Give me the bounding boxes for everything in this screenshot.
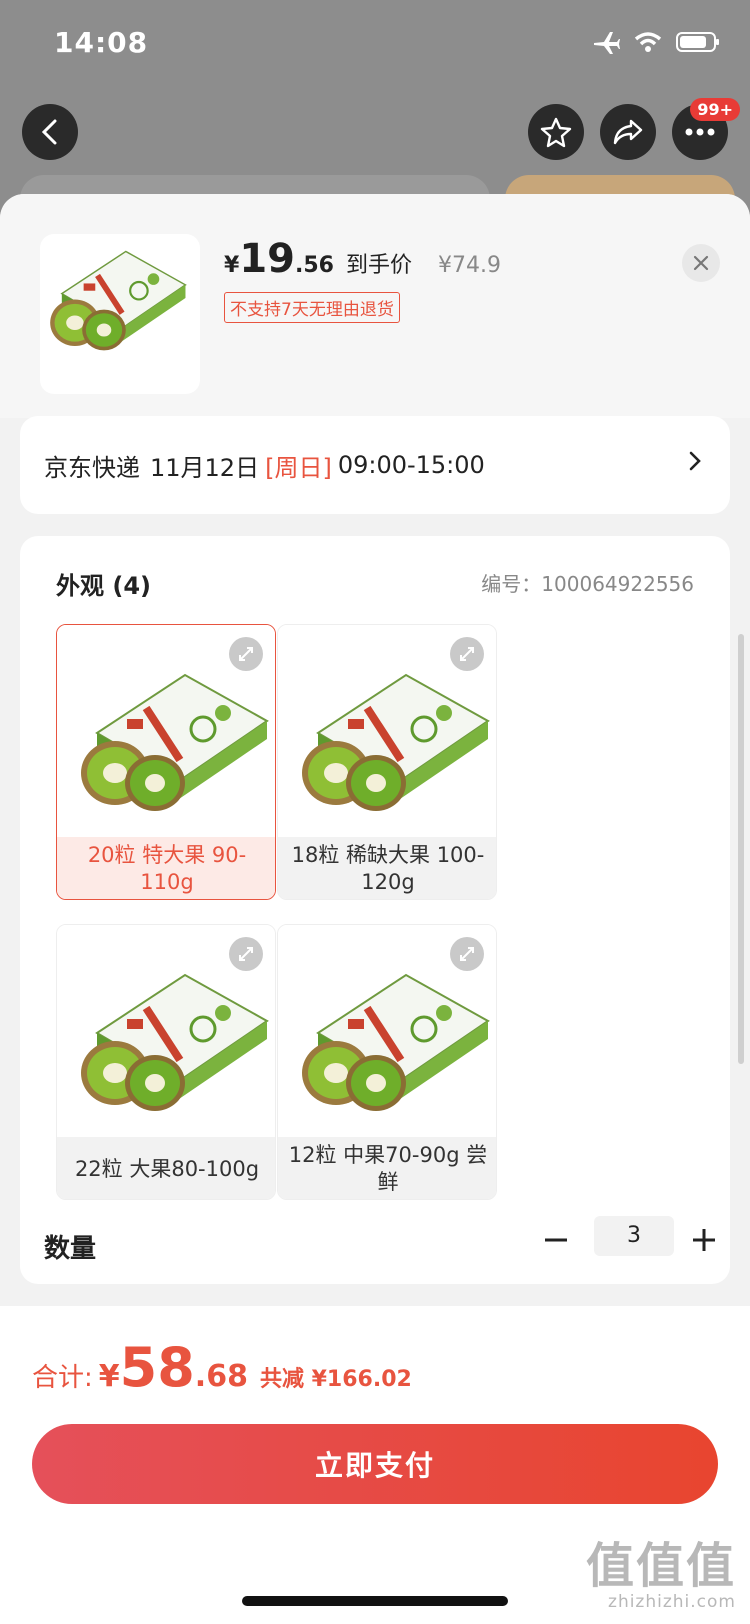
delivery-date: 11月12日 bbox=[150, 453, 260, 482]
quantity-decrease-button[interactable] bbox=[536, 1220, 576, 1260]
variant-option[interactable]: 22粒 大果80-100g bbox=[56, 924, 276, 1200]
sku-value: 100064922556 bbox=[541, 572, 694, 596]
delivery-row[interactable]: 京东快递 11月12日 [周日] 09:00-15:00 bbox=[20, 416, 730, 514]
total-currency: ¥ bbox=[98, 1359, 120, 1394]
home-indicator[interactable] bbox=[242, 1596, 508, 1606]
scrollbar[interactable] bbox=[738, 634, 744, 1064]
variant-label: 20粒 特大果 90-110g bbox=[57, 837, 275, 899]
sku-number: 编号：100064922556 bbox=[481, 568, 694, 597]
price-line: ¥ 19 .56 到手价 ¥74.9 bbox=[224, 236, 501, 282]
notification-badge: 99+ bbox=[690, 98, 740, 121]
share-button[interactable] bbox=[600, 104, 656, 160]
expand-icon[interactable] bbox=[229, 637, 263, 671]
more-button[interactable]: 99+ bbox=[672, 98, 740, 160]
star-icon bbox=[540, 117, 572, 148]
quantity-label: 数量 bbox=[44, 1234, 97, 1264]
total-saved: 共减 ¥166.02 bbox=[259, 1367, 412, 1392]
total-decimal: .68 bbox=[194, 1359, 248, 1394]
variant-label: 18粒 稀缺大果 100-120g bbox=[278, 837, 496, 899]
delivery-time-window: 09:00-15:00 bbox=[337, 451, 485, 479]
variants-card: 外观 (4) 编号：100064922556 20粒 特大果 90-110g 1… bbox=[20, 536, 730, 1284]
delivery-carrier: 京东快递 bbox=[44, 453, 140, 482]
variant-option[interactable]: 20粒 特大果 90-110g bbox=[56, 624, 276, 900]
airplane-icon bbox=[592, 30, 620, 58]
quantity-input[interactable]: 3 bbox=[594, 1216, 674, 1256]
quantity-increase-button[interactable] bbox=[684, 1220, 724, 1260]
close-button[interactable] bbox=[682, 244, 720, 282]
battery-icon bbox=[676, 31, 720, 57]
watermark: 值值值 zhizhizhi.com bbox=[586, 1540, 736, 1612]
price-integer: 19 bbox=[239, 236, 295, 282]
pay-now-button[interactable]: 立即支付 bbox=[32, 1424, 718, 1504]
watermark-url: zhizhizhi.com bbox=[608, 1592, 736, 1612]
price-currency: ¥ bbox=[224, 253, 240, 278]
total-integer: 58 bbox=[119, 1336, 195, 1399]
expand-icon[interactable] bbox=[450, 937, 484, 971]
price-label: 到手价 bbox=[345, 253, 412, 278]
order-total: 合计: ¥ 58 .68 共减 ¥166.02 bbox=[32, 1336, 412, 1399]
status-icons bbox=[592, 30, 720, 58]
delivery-weekday: [周日] bbox=[265, 453, 332, 482]
purchase-sheet: ¥ 19 .56 到手价 ¥74.9 不支持7天无理由退货 京东快递 11月12… bbox=[0, 194, 750, 1624]
share-icon bbox=[613, 119, 643, 145]
expand-icon[interactable] bbox=[450, 637, 484, 671]
more-icon bbox=[685, 128, 715, 136]
close-icon bbox=[693, 255, 709, 271]
return-policy-tag: 不支持7天无理由退货 bbox=[224, 292, 400, 323]
watermark-logo: 值值值 bbox=[585, 1538, 736, 1594]
wifi-icon bbox=[634, 31, 662, 57]
back-button[interactable] bbox=[22, 104, 78, 160]
product-thumbnail bbox=[40, 234, 200, 394]
expand-icon[interactable] bbox=[229, 937, 263, 971]
status-bar: 14:08 bbox=[0, 0, 750, 90]
minus-icon bbox=[545, 1238, 567, 1242]
sku-label: 编号： bbox=[481, 572, 542, 596]
variants-title: 外观 (4) bbox=[56, 572, 151, 600]
plus-icon bbox=[693, 1229, 715, 1251]
variant-option[interactable]: 18粒 稀缺大果 100-120g bbox=[277, 624, 497, 900]
total-label: 合计: bbox=[32, 1363, 93, 1393]
price-decimal: .56 bbox=[294, 253, 334, 278]
sheet-header: ¥ 19 .56 到手价 ¥74.9 不支持7天无理由退货 bbox=[0, 194, 750, 418]
favorite-button[interactable] bbox=[528, 104, 584, 160]
variant-label: 22粒 大果80-100g bbox=[57, 1137, 275, 1199]
variant-label: 12粒 中果70-90g 尝鲜 bbox=[278, 1137, 496, 1199]
variant-option[interactable]: 12粒 中果70-90g 尝鲜 bbox=[277, 924, 497, 1200]
original-price: ¥74.9 bbox=[437, 253, 501, 278]
status-time: 14:08 bbox=[54, 26, 149, 59]
chevron-right-icon bbox=[689, 451, 701, 471]
chevron-left-icon bbox=[41, 119, 57, 145]
